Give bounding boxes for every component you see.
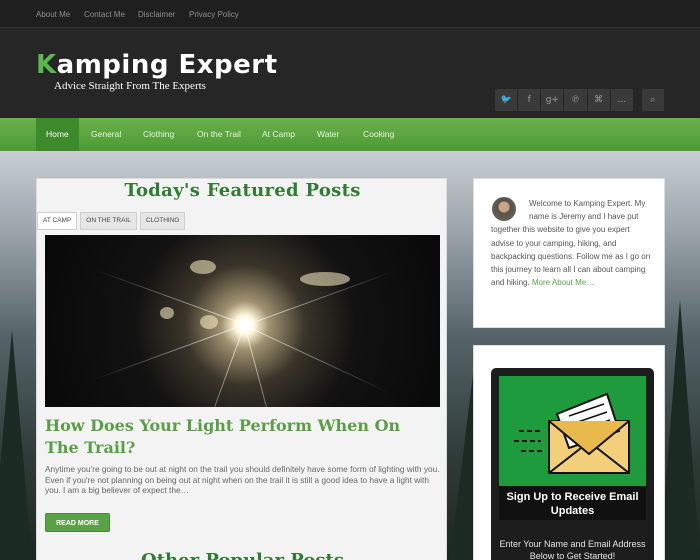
tab-on-the-trail[interactable]: On the Trail — [80, 212, 137, 230]
signup-heading: Sign Up to Receive Email Updates — [499, 486, 646, 520]
social-icons: 🐦 f g+ ℗ ⌘ … ⌕ — [495, 89, 665, 111]
facebook-icon[interactable]: f — [518, 89, 541, 111]
light-ray — [94, 324, 245, 380]
more-about-me-link[interactable]: More About Me… — [532, 278, 594, 287]
featured-posts-panel: Today's Featured Posts At Camp On the Tr… — [36, 178, 447, 560]
lens-flare — [160, 307, 174, 319]
signup-subtext: Enter Your Name and Email Address Below … — [499, 539, 646, 560]
tree-shape — [660, 300, 700, 560]
lens-flare — [190, 260, 216, 274]
signup-widget: Sign Up to Receive Email Updates Enter Y… — [473, 345, 665, 560]
lens-flare — [300, 272, 350, 286]
tab-at-camp[interactable]: At Camp — [37, 212, 78, 230]
site-tagline: Advice Straight From The Experts — [54, 80, 206, 92]
nav-item-on-the-trail[interactable]: On the Trail — [197, 118, 241, 151]
site-logo[interactable]: Kamping Expert — [36, 50, 278, 80]
nav-item-clothing[interactable]: Clothing — [143, 118, 174, 151]
pinterest-icon[interactable]: ℗ — [564, 89, 587, 111]
about-text: Welcome to Kamping Expert. My name is Je… — [491, 197, 651, 289]
post-title-link[interactable]: How Does Your Light Perform When On The … — [45, 415, 435, 459]
top-bar: About Me Contact Me Disclaimer Privacy P… — [0, 0, 700, 28]
topbar-link-disclaimer[interactable]: Disclaimer — [138, 10, 175, 19]
light-ray — [189, 324, 245, 407]
about-widget: Welcome to Kamping Expert. My name is Je… — [473, 178, 665, 328]
tab-clothing[interactable]: Clothing — [139, 212, 186, 230]
read-more-button[interactable]: READ MORE — [45, 513, 110, 532]
nav-item-at-camp[interactable]: At Camp — [262, 118, 295, 151]
main-nav: Home General Clothing On the Trail At Ca… — [0, 118, 700, 151]
twitter-icon[interactable]: 🐦 — [495, 89, 518, 111]
nav-item-water[interactable]: Water — [317, 118, 339, 151]
site-header: Kamping Expert Advice Straight From The … — [0, 28, 700, 118]
featured-posts-heading: Today's Featured Posts — [124, 180, 361, 201]
envelope-icon — [514, 392, 630, 474]
lens-flare — [200, 315, 218, 329]
topbar-link-privacy-policy[interactable]: Privacy Policy — [189, 10, 239, 19]
light-ray — [244, 325, 287, 407]
light-ray — [244, 325, 391, 394]
other-posts-heading: Other Popular Posts — [37, 551, 448, 560]
logo-rest: amping Expert — [56, 50, 278, 80]
signup-card: Sign Up to Receive Email Updates Enter Y… — [491, 368, 654, 560]
more-icon[interactable]: … — [610, 89, 633, 111]
featured-post-image[interactable] — [45, 235, 440, 407]
rss-icon[interactable]: ⌘ — [587, 89, 610, 111]
search-icon[interactable]: ⌕ — [641, 89, 664, 111]
nav-item-home[interactable]: Home — [36, 118, 79, 151]
nav-item-general[interactable]: General — [91, 118, 121, 151]
envelope-graphic — [499, 376, 646, 486]
topbar-link-about-me[interactable]: About Me — [36, 10, 70, 19]
googleplus-icon[interactable]: g+ — [541, 89, 564, 111]
nav-item-cooking[interactable]: Cooking — [363, 118, 394, 151]
category-tabs: At Camp On the Trail Clothing — [37, 212, 188, 230]
topbar-link-contact-me[interactable]: Contact Me — [84, 10, 125, 19]
logo-first-letter: K — [36, 50, 57, 80]
tree-shape — [0, 330, 32, 560]
post-excerpt: Anytime you're going to be out at night … — [45, 464, 440, 495]
